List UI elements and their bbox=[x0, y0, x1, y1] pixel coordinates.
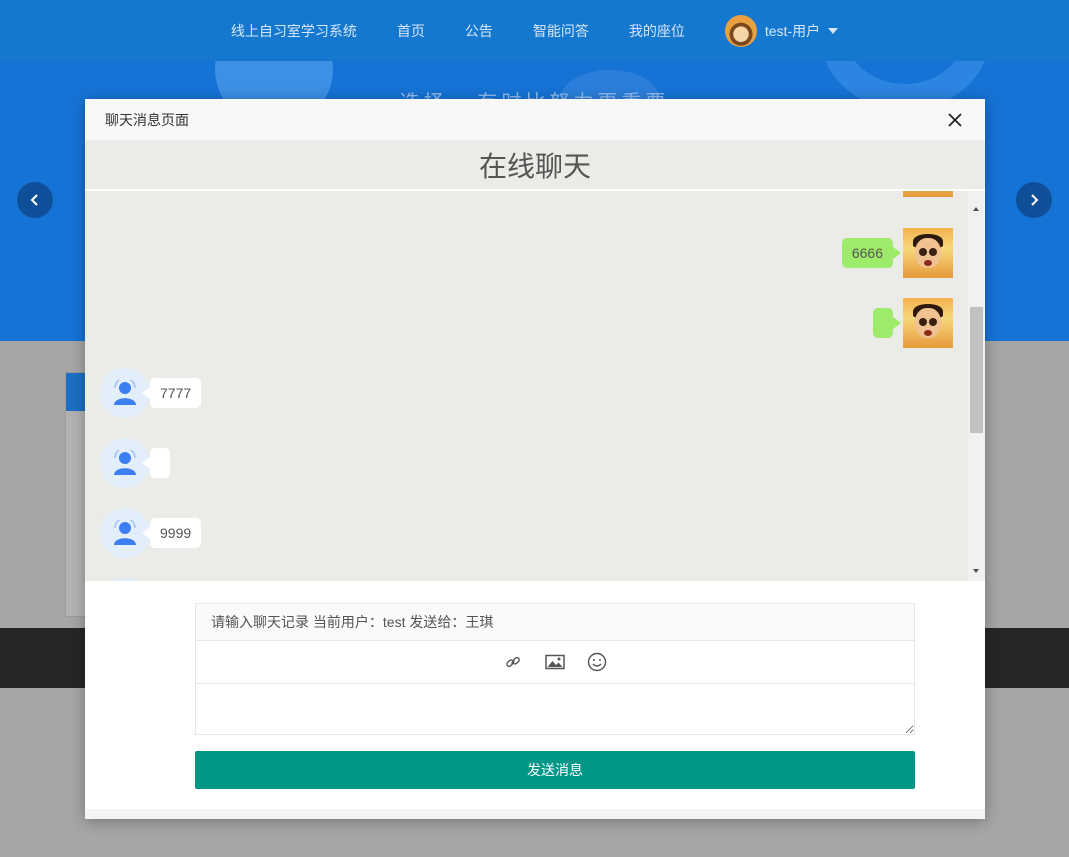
chat-title: 在线聊天 bbox=[478, 151, 591, 182]
send-message-button[interactable]: 发送消息 bbox=[195, 751, 915, 789]
avatar bbox=[903, 191, 953, 197]
emoji-icon bbox=[587, 652, 607, 672]
avatar bbox=[903, 298, 953, 348]
scroll-down-icon[interactable] bbox=[973, 569, 979, 573]
message-item: 9999 bbox=[100, 508, 202, 558]
chat-modal: 聊天消息页面 在线聊天 6666 7777 9999 请输入聊天记录 当前用户：… bbox=[85, 99, 985, 819]
modal-title: 聊天消息页面 bbox=[105, 111, 189, 128]
chevron-down-icon bbox=[828, 27, 839, 34]
carousel-prev-button[interactable] bbox=[17, 182, 53, 218]
message-bubble: 6666 bbox=[841, 238, 902, 268]
user-menu[interactable]: test-用户 bbox=[724, 14, 839, 47]
message-list[interactable]: 6666 7777 9999 bbox=[85, 191, 985, 581]
nav-brand[interactable]: 线上自习室学习系统 bbox=[231, 21, 357, 41]
message-item bbox=[873, 298, 953, 348]
link-button[interactable] bbox=[503, 652, 523, 672]
chevron-right-icon bbox=[1031, 194, 1039, 206]
chat-header: 在线聊天 bbox=[85, 141, 985, 191]
modal-footer bbox=[85, 809, 985, 819]
message-item bbox=[100, 578, 150, 581]
avatar bbox=[724, 14, 757, 47]
avatar bbox=[903, 228, 953, 278]
message-item: 7777 bbox=[100, 368, 202, 418]
compose-hint: 请输入聊天记录 当前用户：test 发送给：王琪 bbox=[196, 604, 914, 641]
modal-header: 聊天消息页面 bbox=[85, 99, 985, 141]
chat-scrollbar[interactable] bbox=[968, 191, 985, 581]
message-input[interactable] bbox=[196, 684, 914, 734]
avatar bbox=[100, 578, 150, 581]
top-navbar: 线上自习室学习系统 首页 公告 智能问答 我的座位 test-用户 bbox=[0, 0, 1069, 61]
scroll-up-icon[interactable] bbox=[973, 207, 979, 211]
close-button[interactable] bbox=[945, 110, 965, 130]
carousel-next-button[interactable] bbox=[1016, 182, 1052, 218]
image-icon bbox=[545, 654, 565, 670]
message-item bbox=[903, 191, 953, 197]
nav-item-home[interactable]: 首页 bbox=[397, 21, 425, 41]
link-icon bbox=[506, 656, 520, 668]
chevron-left-icon bbox=[30, 194, 38, 206]
message-bubble: 9999 bbox=[141, 518, 202, 548]
message-bubble bbox=[142, 448, 170, 478]
nav-item-qa[interactable]: 智能问答 bbox=[533, 21, 589, 41]
message-bubble bbox=[873, 308, 901, 338]
nav-item-notice[interactable]: 公告 bbox=[465, 21, 493, 41]
user-icon bbox=[114, 450, 136, 475]
user-name: test-用户 bbox=[764, 22, 821, 39]
message-item bbox=[100, 438, 170, 488]
close-icon bbox=[948, 112, 962, 127]
compose-area: 请输入聊天记录 当前用户：test 发送给：王琪 发送消息 bbox=[195, 603, 915, 789]
message-bubble: 7777 bbox=[141, 378, 202, 408]
message-item: 6666 bbox=[841, 228, 953, 278]
user-icon bbox=[114, 520, 136, 545]
editor-toolbar bbox=[196, 641, 914, 684]
nav-item-my-seat[interactable]: 我的座位 bbox=[629, 21, 685, 41]
scroll-thumb[interactable] bbox=[970, 307, 983, 433]
emoji-button[interactable] bbox=[587, 652, 607, 672]
user-icon bbox=[114, 380, 136, 405]
image-button[interactable] bbox=[545, 652, 565, 672]
